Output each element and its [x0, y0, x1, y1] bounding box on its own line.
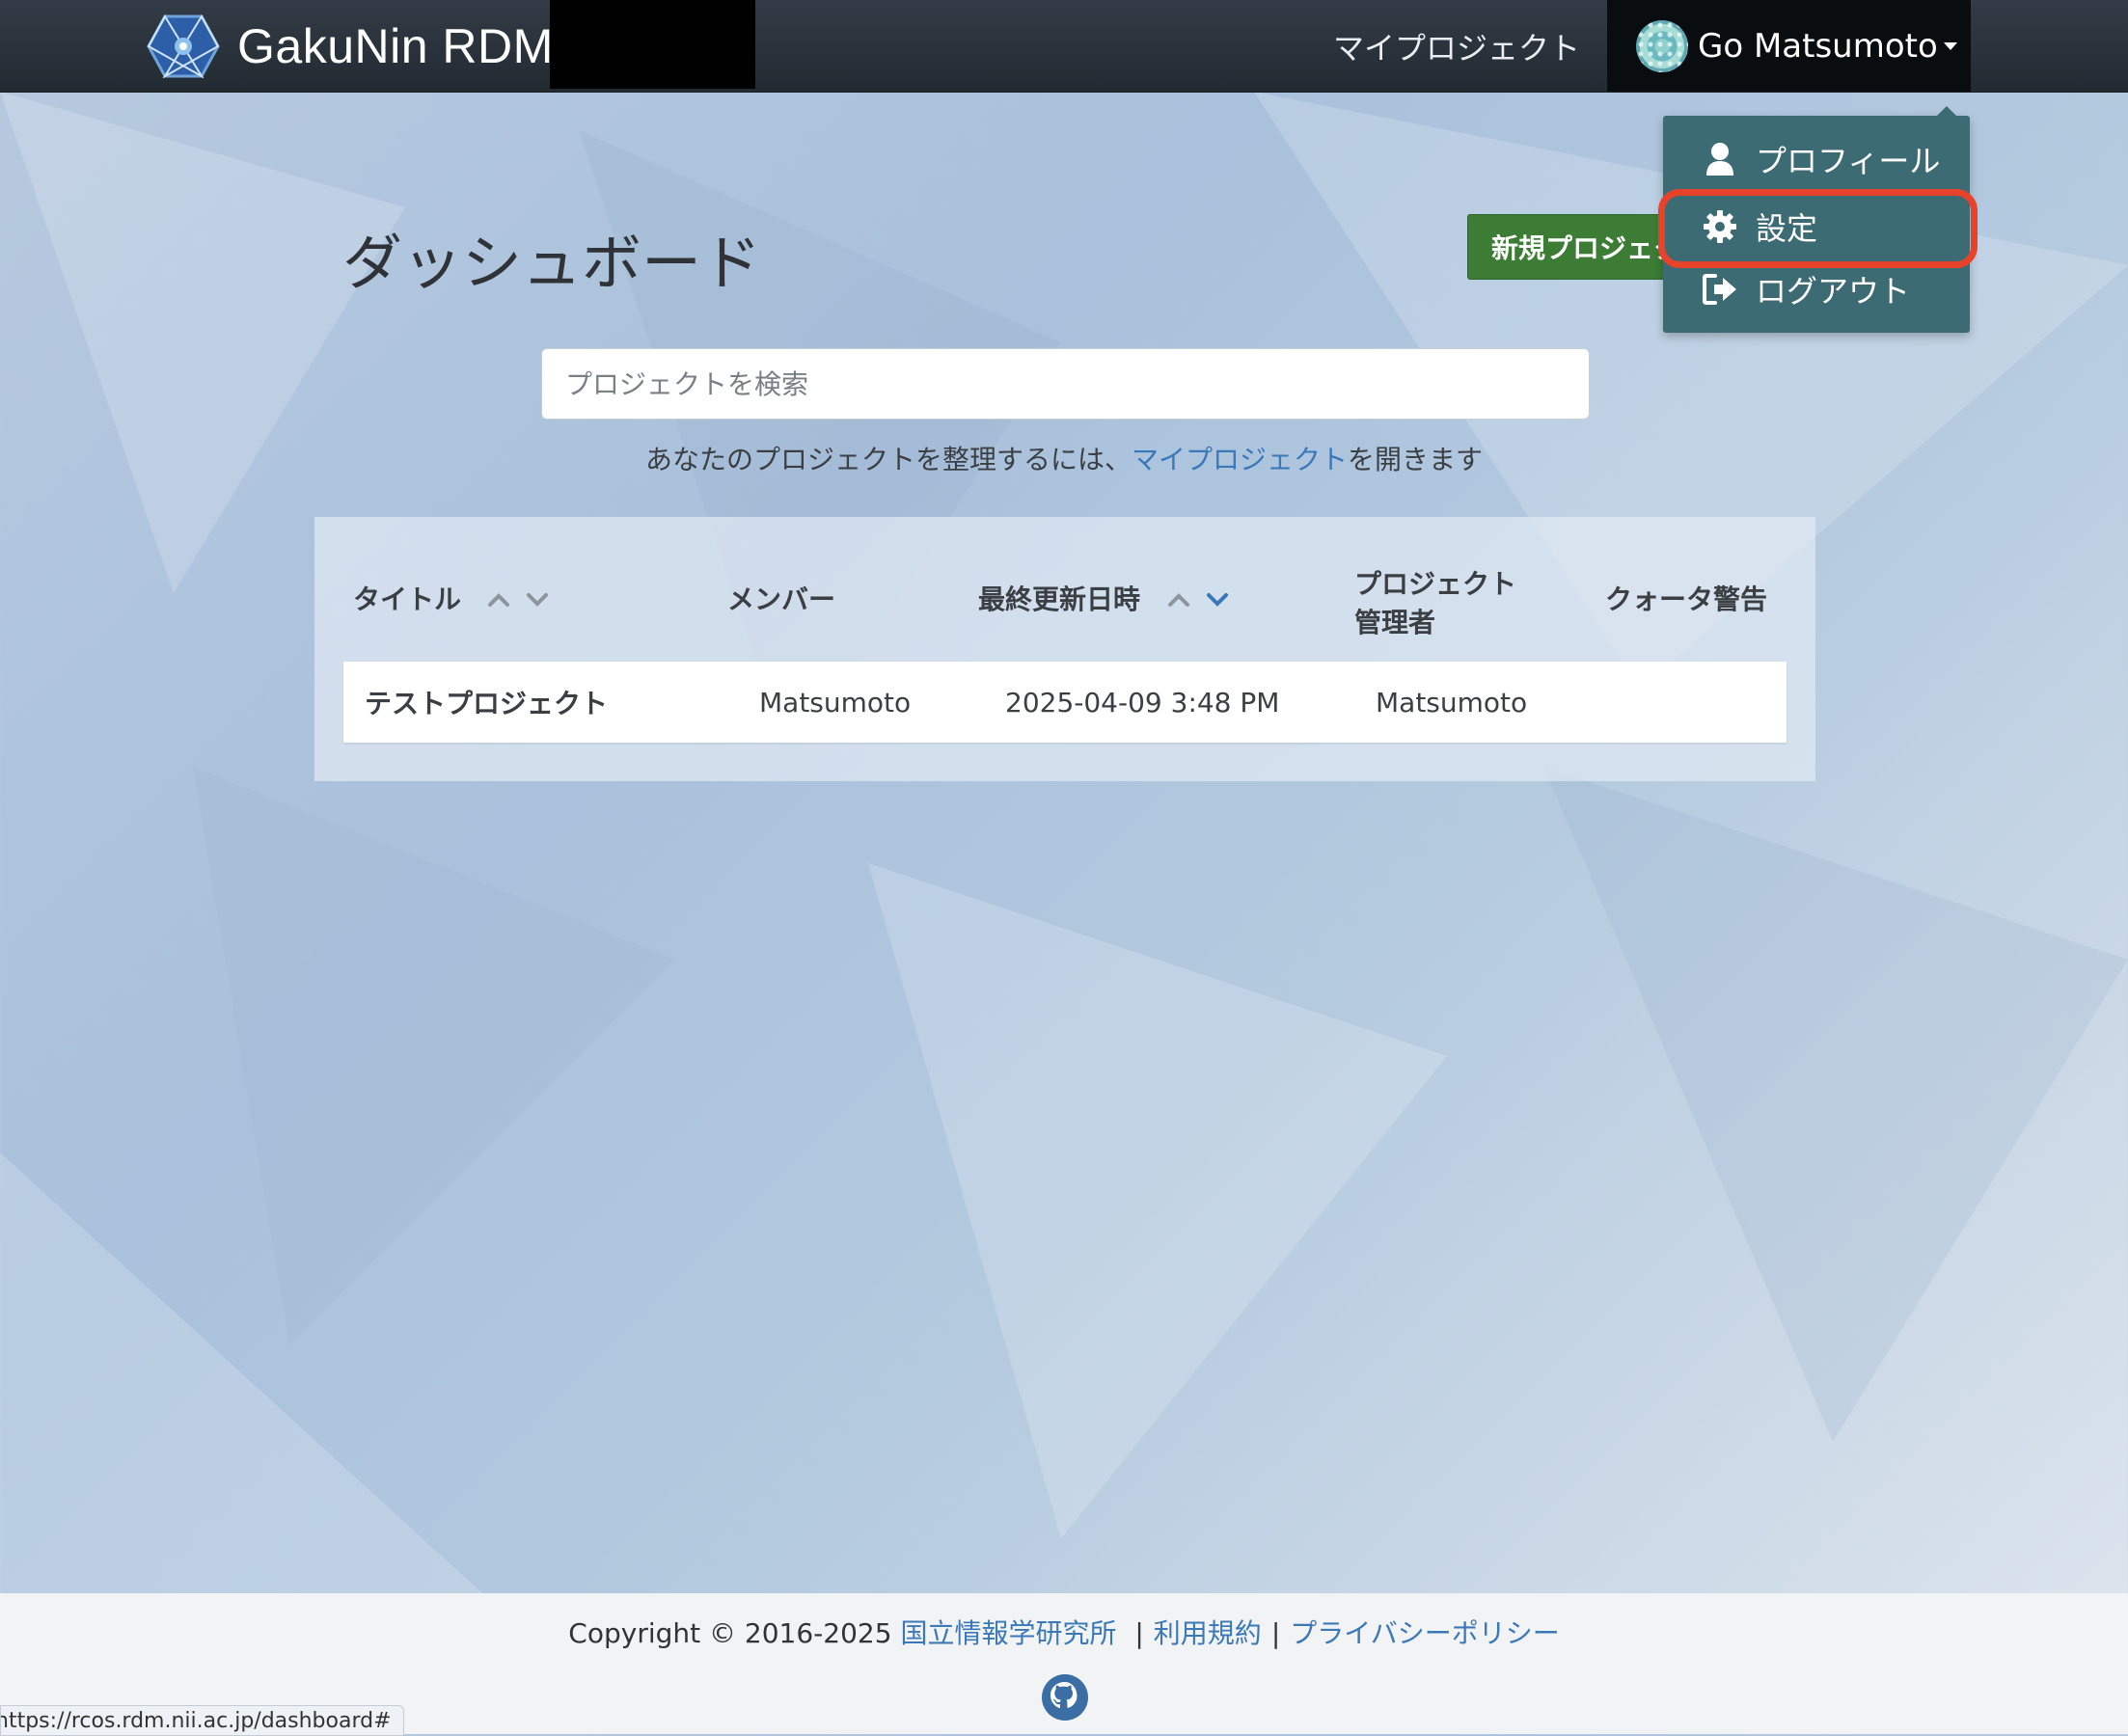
redacted-area [550, 0, 755, 89]
nav-my-projects[interactable]: マイプロジェクト [1312, 0, 1601, 92]
caret-down-icon [1943, 41, 1957, 50]
column-header-members: メンバー [727, 583, 836, 615]
projects-table: タイトル メンバー 最終更新日時 プロジェクト 管理者 クォータ警告 テストプロ… [314, 517, 1815, 781]
footer-separator: | [1134, 1617, 1144, 1649]
column-header-admin-line2: 管理者 [1354, 607, 1436, 638]
menu-item-settings[interactable]: 設定 [1663, 198, 1970, 256]
column-header-admin-line1: プロジェクト [1354, 568, 1517, 600]
footer-link-nii[interactable]: 国立情報学研究所 [900, 1617, 1116, 1649]
sort-updated-desc-icon[interactable] [1202, 584, 1233, 615]
sort-title-asc-icon[interactable] [483, 584, 514, 615]
avatar [1636, 19, 1688, 72]
project-search-input[interactable] [541, 348, 1590, 420]
menu-item-logout[interactable]: ログアウト [1663, 260, 1970, 318]
hint-text-before: あなたのプロジェクトを整理するには、 [644, 444, 1132, 475]
new-project-button[interactable]: 新規プロジェクト作成 [1467, 214, 1670, 280]
gear-icon [1702, 208, 1738, 245]
column-header-title-label: タイトル [353, 583, 462, 615]
hint-text-after: を開きます [1348, 444, 1484, 475]
row-admin: Matsumoto [1376, 686, 1528, 719]
menu-item-logout-label: ログアウト [1756, 273, 1911, 310]
top-navbar: GakuNin RDM マイプロジェクト Go Matsumoto [0, 0, 2128, 93]
user-menu-toggle[interactable]: Go Matsumoto [1607, 0, 1971, 92]
row-members: Matsumoto [759, 686, 912, 719]
page-title: ダッシュボード [342, 228, 762, 298]
footer-copyright: Copyright © 2016-2025 国立情報学研究所 | 利用規約 | プライ… [0, 1613, 2128, 1651]
column-header-updated: 最終更新日時 [978, 581, 1140, 619]
brand-name: GakuNin RDM [237, 19, 554, 73]
user-name: Go Matsumoto [1698, 26, 1938, 66]
user-dropdown-menu: プロフィール 設定 ログアウト [1663, 106, 1970, 333]
footer-link-terms[interactable]: 利用規約 [1154, 1617, 1262, 1649]
table-row[interactable]: テストプロジェクト Matsumoto 2025-04-09 3:48 PM M… [343, 662, 1787, 743]
status-bar-url: https://rcos.rdm.nii.ac.jp/dashboard# [0, 1705, 404, 1736]
menu-item-settings-label: 設定 [1756, 210, 1818, 247]
row-updated: 2025-04-09 3:48 PM [1005, 686, 1280, 719]
column-header-updated-label: 最終更新日時 [978, 583, 1141, 615]
github-icon[interactable] [1041, 1673, 1089, 1722]
footer-separator: | [1270, 1617, 1281, 1649]
row-title[interactable]: テストプロジェクト [365, 662, 608, 743]
menu-item-profile[interactable]: プロフィール [1663, 130, 1970, 188]
brand-link[interactable]: GakuNin RDM [147, 10, 554, 83]
user-icon [1702, 141, 1738, 177]
organize-hint: あなたのプロジェクトを整理するには、マイプロジェクトを開きます [0, 439, 2128, 477]
column-header-admin: プロジェクト 管理者 [1354, 565, 1557, 642]
footer-link-privacy[interactable]: プライバシーポリシー [1290, 1617, 1559, 1649]
hint-my-projects-link[interactable]: マイプロジェクト [1132, 444, 1348, 475]
sort-updated-asc-icon[interactable] [1163, 584, 1194, 615]
copyright-text: Copyright © 2016-2025 [568, 1617, 892, 1649]
sort-title-desc-icon[interactable] [522, 584, 553, 615]
gakunin-logo-icon [147, 14, 220, 78]
menu-item-profile-label: プロフィール [1756, 143, 1941, 179]
sign-out-icon [1702, 271, 1738, 308]
column-header-quota: クォータ警告 [1605, 583, 1768, 615]
column-header-title: タイトル [353, 581, 461, 619]
